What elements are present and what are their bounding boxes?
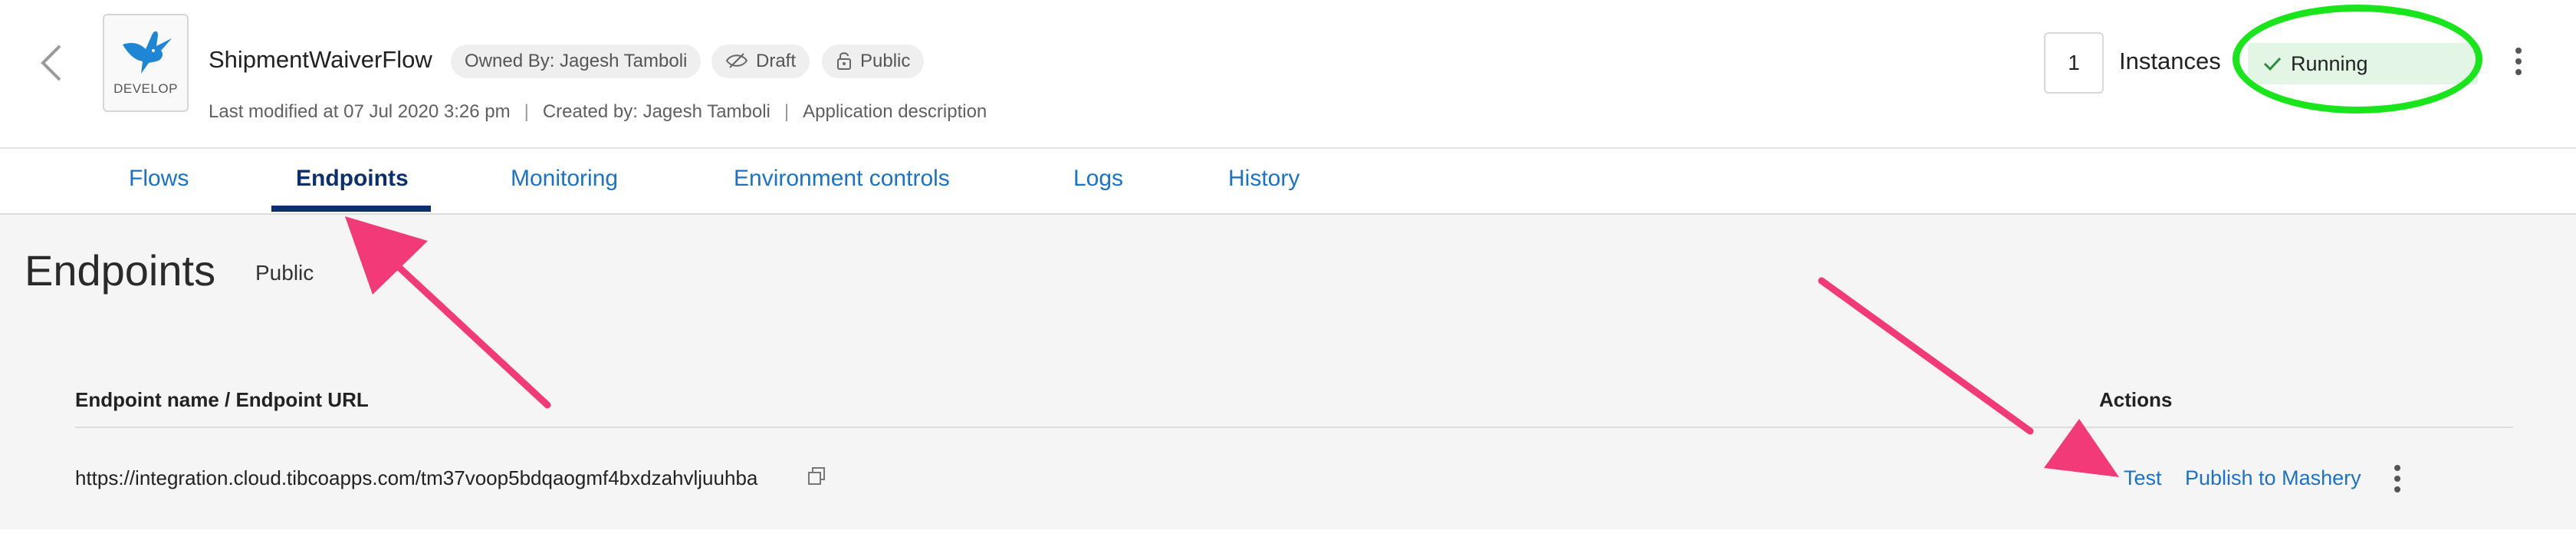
- status-badge-label: Running: [2291, 52, 2368, 75]
- status-badge: Running: [2248, 43, 2478, 84]
- owner-chip-label: Owned By: Jagesh Tamboli: [465, 51, 688, 71]
- status-chip-label: Draft: [756, 51, 797, 71]
- meta-separator: |: [784, 101, 790, 122]
- app-meta: Last modified at 07 Jul 2020 3:26 pm | Cre…: [209, 101, 987, 123]
- draft-icon: [725, 52, 748, 68]
- meta-separator: |: [524, 101, 529, 122]
- instances-count-input[interactable]: 1: [2044, 32, 2104, 94]
- tab-logs[interactable]: Logs: [1073, 166, 1123, 192]
- application-description-link[interactable]: Application description: [803, 101, 987, 122]
- active-tab-indicator: [271, 206, 431, 212]
- tab-endpoints[interactable]: Endpoints: [296, 166, 409, 192]
- owner-chip: Owned By: Jagesh Tamboli: [451, 44, 702, 78]
- tab-history[interactable]: History: [1228, 166, 1300, 192]
- hummingbird-icon: [123, 31, 172, 74]
- tab-bar: Flows Endpoints Monitoring Environment c…: [0, 149, 2576, 215]
- created-by: Created by: Jagesh Tamboli: [542, 101, 770, 122]
- logo-label: DEVELOP: [113, 81, 178, 96]
- column-header-endpoint: Endpoint name / Endpoint URL: [75, 388, 369, 411]
- publish-to-mashery-button[interactable]: Publish to Mashery: [2185, 466, 2361, 490]
- tab-monitoring[interactable]: Monitoring: [511, 166, 618, 192]
- instances-label: Instances: [2119, 48, 2221, 74]
- back-arrow-icon[interactable]: [38, 43, 64, 83]
- page-subtitle: Public: [255, 261, 314, 285]
- lock-icon: [837, 51, 851, 70]
- column-header-actions: Actions: [2099, 388, 2173, 411]
- page-title: Endpoints: [25, 246, 216, 295]
- more-options-icon[interactable]: [2507, 43, 2530, 86]
- app-header: DEVELOP ShipmentWaiverFlow Owned By: Jag…: [0, 0, 2576, 149]
- table-divider: [75, 427, 2513, 428]
- app-logo: DEVELOP: [103, 14, 189, 112]
- tab-flows[interactable]: Flows: [129, 166, 189, 192]
- visibility-chip: Public: [822, 44, 925, 78]
- endpoint-url: https://integration.cloud.tibcoapps.com/…: [75, 466, 758, 489]
- app-title: ShipmentWaiverFlow: [209, 46, 432, 73]
- endpoints-panel: Endpoints Public Endpoint name / Endpoin…: [0, 215, 2576, 529]
- visibility-chip-label: Public: [860, 51, 911, 71]
- test-button[interactable]: Test: [2124, 466, 2162, 490]
- last-modified: Last modified at 07 Jul 2020 3:26 pm: [209, 101, 511, 122]
- checkmark-icon: [2263, 57, 2282, 71]
- status-chip: Draft: [711, 44, 810, 78]
- row-more-options-icon[interactable]: [2387, 460, 2407, 499]
- copy-icon[interactable]: [807, 466, 826, 490]
- tab-environment-controls[interactable]: Environment controls: [734, 166, 950, 192]
